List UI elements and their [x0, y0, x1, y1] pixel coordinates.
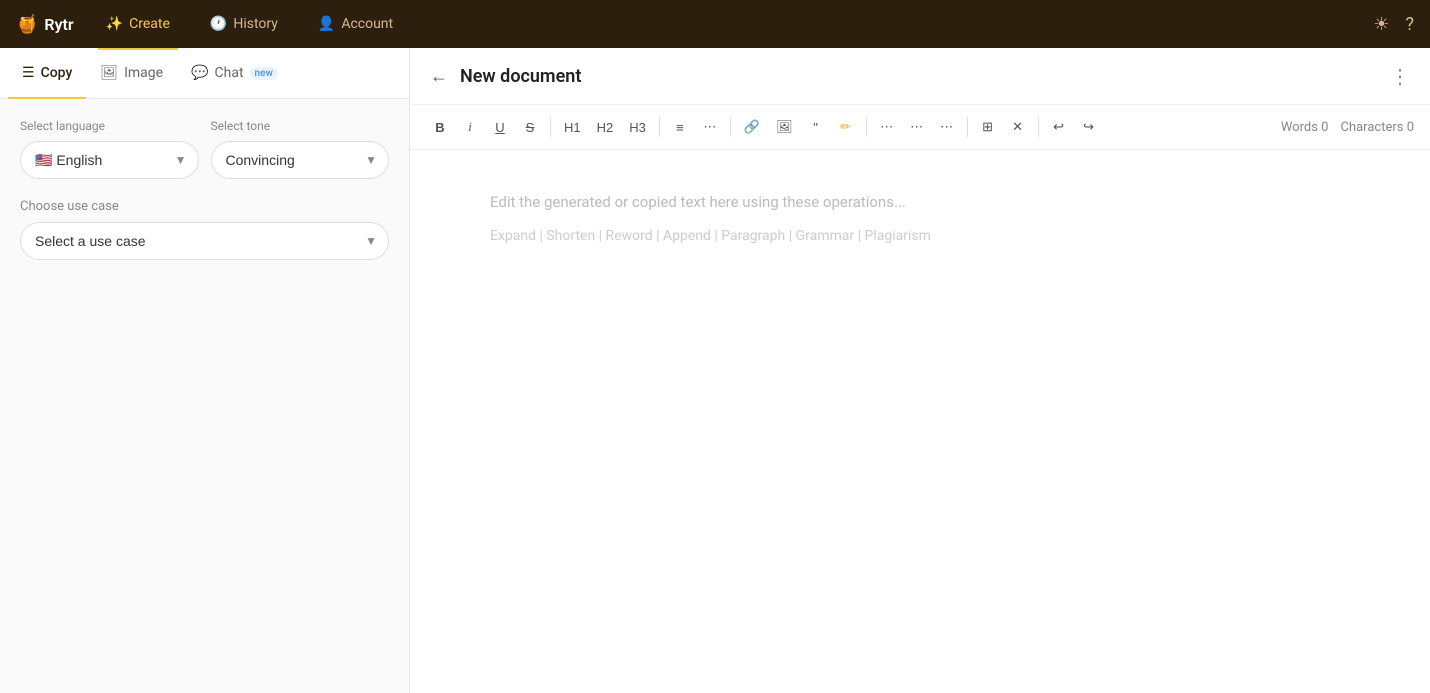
create-icon: ✨ [106, 16, 123, 32]
tone-group: Select tone Convincing ▼ [211, 119, 390, 179]
separator-1 [550, 117, 551, 137]
align-center-button[interactable]: ⋯ [903, 113, 931, 141]
copy-tab-icon: ☰ [22, 65, 35, 81]
editor-body[interactable]: Edit the generated or copied text here u… [410, 150, 1430, 693]
italic-button[interactable]: i [456, 113, 484, 141]
nav-item-history[interactable]: 🕐 History [202, 12, 286, 36]
main-layout: ☰ Copy 🖼 Image 💬 Chat new Select languag… [0, 48, 1430, 693]
nav-item-account-label: Account [341, 16, 393, 32]
tab-copy-label: Copy [41, 65, 73, 81]
words-count: 0 [1321, 120, 1328, 135]
characters-count: 0 [1407, 120, 1414, 135]
h1-button[interactable]: H1 [557, 113, 588, 141]
underline-button[interactable]: U [486, 113, 514, 141]
logo-text: Rytr [44, 15, 73, 34]
tone-select[interactable]: Convincing [211, 141, 390, 179]
tab-image[interactable]: 🖼 Image [86, 49, 177, 99]
nav-right-actions: ☀ ? [1373, 14, 1414, 35]
chat-tab-icon: 💬 [191, 65, 208, 81]
editor-placeholder: Edit the generated or copied text here u… [490, 190, 1350, 216]
h3-button[interactable]: H3 [622, 113, 653, 141]
theme-icon[interactable]: ☀ [1373, 14, 1389, 35]
strikethrough-button[interactable]: S [516, 113, 544, 141]
back-button[interactable]: ← [430, 66, 448, 87]
separator-6 [1038, 117, 1039, 137]
tab-chat-label: Chat [215, 65, 244, 81]
bold-button[interactable]: B [426, 113, 454, 141]
separator-5 [967, 117, 968, 137]
sidebar: ☰ Copy 🖼 Image 💬 Chat new Select languag… [0, 48, 410, 693]
chat-badge: new [250, 67, 278, 80]
language-label: Select language [20, 119, 199, 133]
ordered-list-button[interactable]: ⋯ [696, 113, 724, 141]
account-icon: 👤 [318, 16, 335, 32]
nav-item-create-label: Create [129, 16, 170, 32]
tone-label: Select tone [211, 119, 390, 133]
help-icon[interactable]: ? [1405, 14, 1414, 35]
top-navigation: 🍯 Rytr ✨ Create 🕐 History 👤 Account ☀ ? [0, 0, 1430, 48]
nav-item-create[interactable]: ✨ Create [98, 12, 178, 36]
language-select[interactable]: 🇺🇸 English [20, 141, 199, 179]
editor-operations: Expand | Shorten | Reword | Append | Par… [490, 228, 1350, 244]
image-tab-icon: 🖼 [100, 65, 118, 81]
language-group: Select language 🇺🇸 English ▼ [20, 119, 199, 179]
use-case-group: Choose use case Select a use case ▼ [20, 199, 389, 260]
redo-button[interactable]: ↪ [1075, 113, 1103, 141]
logo[interactable]: 🍯 Rytr [16, 14, 74, 35]
words-label: Words 0 [1281, 120, 1329, 135]
tab-image-label: Image [124, 65, 163, 81]
document-title: New document [460, 66, 1390, 87]
tone-select-wrapper[interactable]: Convincing ▼ [211, 141, 390, 179]
h2-button[interactable]: H2 [590, 113, 621, 141]
nav-item-history-label: History [233, 16, 278, 32]
editor-header: ← New document ⋮ [410, 48, 1430, 105]
sidebar-tabs: ☰ Copy 🖼 Image 💬 Chat new [0, 48, 409, 99]
quote-button[interactable]: " [802, 113, 830, 141]
separator-4 [866, 117, 867, 137]
align-right-button[interactable]: ⋯ [933, 113, 961, 141]
nav-item-account[interactable]: 👤 Account [310, 12, 401, 36]
highlight-button[interactable]: ✏ [832, 113, 860, 141]
language-select-wrapper[interactable]: 🇺🇸 English ▼ [20, 141, 199, 179]
more-options-button[interactable]: ⋮ [1390, 64, 1410, 88]
history-icon: 🕐 [210, 16, 227, 32]
image-button[interactable]: 🖼 [769, 113, 800, 141]
align-left-button[interactable]: ⋯ [873, 113, 901, 141]
use-case-select-wrapper[interactable]: Select a use case ▼ [20, 222, 389, 260]
characters-label: Characters 0 [1340, 120, 1414, 135]
link-button[interactable]: 🔗 [737, 113, 767, 141]
language-tone-row: Select language 🇺🇸 English ▼ Select tone… [20, 119, 389, 179]
use-case-select[interactable]: Select a use case [20, 222, 389, 260]
tab-chat[interactable]: 💬 Chat new [177, 49, 292, 99]
table-button[interactable]: ⊞ [974, 113, 1002, 141]
bullet-list-button[interactable]: ≡ [666, 113, 694, 141]
editor-area: ← New document ⋮ B i U S H1 H2 H3 ≡ ⋯ 🔗 … [410, 48, 1430, 693]
sidebar-content: Select language 🇺🇸 English ▼ Select tone… [0, 99, 409, 693]
word-count: Words 0 Characters 0 [1281, 120, 1414, 135]
editor-toolbar: B i U S H1 H2 H3 ≡ ⋯ 🔗 🖼 " ✏ ⋯ ⋯ ⋯ ⊞ ✕ ↩… [410, 105, 1430, 150]
separator-3 [730, 117, 731, 137]
tab-copy[interactable]: ☰ Copy [8, 49, 86, 99]
use-case-label: Choose use case [20, 199, 389, 214]
separator-2 [659, 117, 660, 137]
clear-format-button[interactable]: ✕ [1004, 113, 1032, 141]
undo-button[interactable]: ↩ [1045, 113, 1073, 141]
logo-icon: 🍯 [16, 14, 38, 35]
